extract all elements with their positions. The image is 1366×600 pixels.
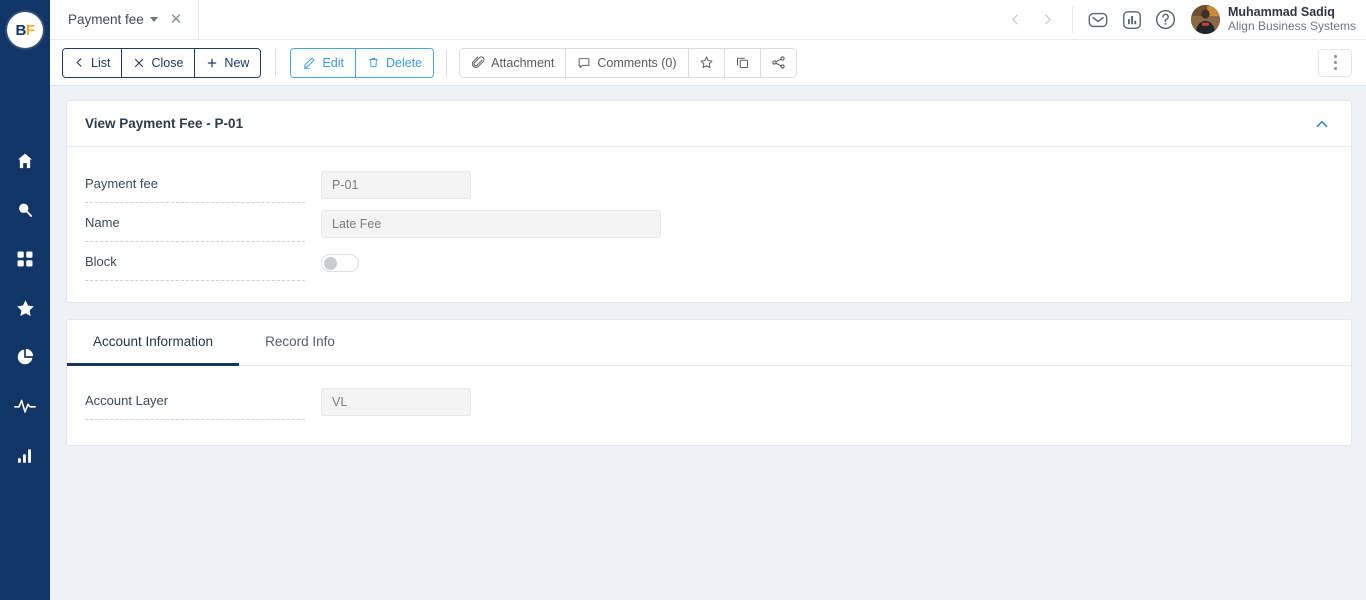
star-icon[interactable] bbox=[688, 48, 725, 77]
sidebar-item-analytics[interactable] bbox=[12, 442, 38, 468]
tab-panel-account-information: Account Layer VL bbox=[67, 366, 1351, 445]
sidebar-item-reports[interactable] bbox=[12, 344, 38, 370]
delete-button[interactable]: Delete bbox=[355, 48, 434, 77]
account-layer-input[interactable]: VL bbox=[321, 388, 471, 416]
list-button-label: List bbox=[91, 55, 111, 70]
block-toggle[interactable] bbox=[321, 254, 359, 272]
edit-button[interactable]: Edit bbox=[291, 48, 356, 77]
document-tab-payment-fee[interactable]: Payment fee ✕ bbox=[50, 0, 199, 39]
new-button-label: New bbox=[224, 55, 250, 70]
toolbar-separator bbox=[275, 49, 277, 76]
edit-button-group: Edit Delete bbox=[290, 47, 435, 78]
field-row-block: Block bbox=[85, 245, 1333, 281]
toolbar-separator-2 bbox=[446, 49, 448, 76]
sidebar-nav bbox=[12, 148, 38, 468]
app-logo[interactable]: BF bbox=[7, 12, 43, 48]
header-right-cluster: Muhammad Sadiq Align Business Systems bbox=[993, 0, 1366, 39]
user-menu[interactable]: Muhammad Sadiq Align Business Systems bbox=[1190, 5, 1356, 34]
document-tab-label: Payment fee bbox=[68, 12, 144, 27]
sidebar-item-activity[interactable] bbox=[12, 393, 38, 419]
field-label-payment-fee: Payment fee bbox=[85, 167, 305, 203]
tab-record-info[interactable]: Record Info bbox=[239, 320, 361, 366]
sidebar-item-favorites[interactable] bbox=[12, 295, 38, 321]
sidebar-item-apps[interactable] bbox=[12, 246, 38, 272]
reports-chart-icon[interactable] bbox=[1115, 0, 1149, 39]
field-label-account-layer: Account Layer bbox=[85, 384, 305, 420]
help-icon[interactable] bbox=[1149, 0, 1183, 39]
chevron-down-icon[interactable] bbox=[149, 17, 158, 22]
header-divider bbox=[1071, 6, 1073, 33]
field-row-name: Name Late Fee bbox=[85, 206, 1333, 242]
field-row-payment-fee: Payment fee P-01 bbox=[85, 167, 1333, 203]
close-icon[interactable]: ✕ bbox=[168, 12, 185, 27]
attachment-button[interactable]: Attachment bbox=[460, 48, 567, 77]
card-body: Payment fee P-01 Name Late Fee Block bbox=[67, 147, 1351, 302]
left-sidebar: BF bbox=[0, 0, 50, 600]
duplicate-icon[interactable] bbox=[724, 48, 761, 77]
tab-record-info-label: Record Info bbox=[265, 334, 335, 349]
tab-account-information[interactable]: Account Information bbox=[67, 320, 240, 366]
tab-strip-filler bbox=[198, 0, 994, 39]
comments-button-label: Comments (0) bbox=[597, 55, 677, 70]
nav-back-button[interactable] bbox=[1000, 0, 1032, 39]
user-name: Muhammad Sadiq bbox=[1227, 5, 1335, 20]
chevron-up-icon[interactable] bbox=[1309, 111, 1335, 137]
comments-button[interactable]: Comments (0) bbox=[566, 48, 689, 77]
page-title: View Payment Fee - P-01 bbox=[85, 116, 244, 131]
nav-forward-button[interactable] bbox=[1032, 0, 1064, 39]
delete-button-label: Delete bbox=[385, 55, 423, 70]
payment-fee-card: View Payment Fee - P-01 Payment fee P-01… bbox=[66, 100, 1352, 303]
attachment-button-label: Attachment bbox=[491, 55, 555, 70]
logo-letter-b: B bbox=[15, 21, 26, 39]
edit-button-label: Edit bbox=[322, 55, 344, 70]
content-area: View Payment Fee - P-01 Payment fee P-01… bbox=[50, 86, 1366, 600]
logo-letter-f: F bbox=[25, 21, 35, 39]
nav-button-group: List Close New bbox=[62, 47, 262, 78]
list-button[interactable]: List bbox=[63, 48, 123, 77]
user-organization: Align Business Systems bbox=[1227, 18, 1356, 33]
share-icon[interactable] bbox=[760, 48, 796, 77]
field-label-block: Block bbox=[85, 245, 305, 281]
field-row-account-layer: Account Layer VL bbox=[85, 384, 1333, 420]
payment-fee-input[interactable]: P-01 bbox=[321, 171, 471, 199]
top-tab-strip: Payment fee ✕ Muhammad Sadiq Align Busin… bbox=[50, 0, 1366, 39]
action-button-group: Attachment Comments (0) bbox=[459, 47, 797, 78]
main-area: Payment fee ✕ Muhammad Sadiq Align Busin… bbox=[50, 0, 1366, 600]
tabs-card: Account Information Record Info Account … bbox=[66, 319, 1352, 446]
new-button[interactable]: New bbox=[195, 48, 261, 77]
record-toolbar: List Close New Edit Delete Attachment Co… bbox=[50, 39, 1366, 86]
user-identity: Muhammad Sadiq Align Business Systems bbox=[1228, 5, 1356, 33]
form-tabbar: Account Information Record Info bbox=[67, 320, 1351, 366]
field-label-name: Name bbox=[85, 206, 305, 242]
close-button-label: Close bbox=[151, 55, 184, 70]
avatar bbox=[1190, 5, 1220, 34]
close-button[interactable]: Close bbox=[122, 48, 196, 77]
tab-account-information-label: Account Information bbox=[93, 334, 214, 349]
sidebar-item-search[interactable] bbox=[12, 197, 38, 223]
app-root: BF Payment fee ✕ Muhammad Sadiq Align Bu… bbox=[0, 0, 1366, 600]
sidebar-item-home[interactable] bbox=[12, 148, 38, 174]
toggle-knob bbox=[324, 256, 337, 270]
name-input[interactable]: Late Fee bbox=[321, 210, 661, 238]
kebab-menu-icon[interactable] bbox=[1318, 48, 1352, 77]
mail-icon[interactable] bbox=[1081, 0, 1115, 39]
card-header: View Payment Fee - P-01 bbox=[67, 101, 1351, 147]
